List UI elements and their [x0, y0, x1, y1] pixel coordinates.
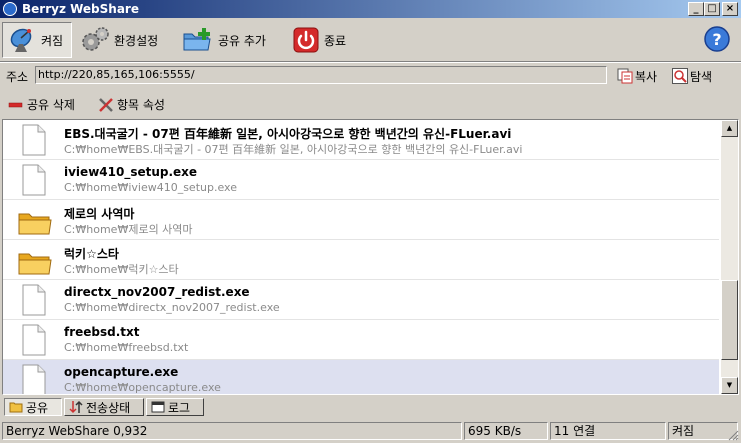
resize-grip-icon[interactable]: [727, 429, 739, 441]
list-item[interactable]: freebsd.txt C:₩home₩freebsd.txt: [3, 320, 719, 360]
tab-shares-label: 공유: [26, 400, 49, 415]
file-icon: [22, 164, 46, 196]
close-button[interactable]: ×: [722, 2, 738, 16]
properties-button[interactable]: 항목 속성: [98, 96, 165, 113]
main-toolbar: 켜짐 환경설정 공유 추가 종료 ?: [0, 18, 741, 62]
item-icon: [18, 246, 52, 281]
copy-icon: [617, 68, 633, 84]
transfer-arrows-icon: [69, 400, 83, 414]
folder-icon: [9, 402, 23, 413]
item-icon: [18, 206, 52, 241]
scroll-thumb[interactable]: [721, 280, 738, 360]
browse-label: 탐색: [690, 69, 713, 84]
file-icon: [22, 364, 46, 394]
list-item[interactable]: opencapture.exe C:₩home₩opencapture.exe: [3, 360, 719, 394]
folder-icon: [18, 213, 52, 235]
list-item[interactable]: 제로의 사역마 C:₩home₩제로의 사역마: [3, 200, 719, 240]
browse-button[interactable]: 탐색: [672, 67, 712, 85]
tab-transfers[interactable]: 전송상태: [64, 398, 144, 416]
power-on-label: 켜짐: [41, 33, 64, 48]
item-path: C:₩home₩제로의 사역마: [64, 223, 193, 236]
delete-share-label: 공유 삭제: [27, 98, 75, 112]
item-actions-bar: 공유 삭제 항목 속성: [0, 90, 741, 118]
add-folder-icon: [183, 28, 211, 51]
address-field[interactable]: http://220,85,165,106:5555/: [35, 66, 607, 84]
tab-log-label: 로그: [168, 400, 191, 415]
status-app-version: Berryz WebShare 0,932: [2, 422, 462, 440]
help-icon: ?: [704, 26, 730, 52]
gears-icon: [82, 27, 109, 51]
status-connections: 11 연결: [550, 422, 666, 440]
item-path: C:₩home₩directx_nov2007_redist.exe: [64, 301, 280, 314]
satellite-dish-icon: [10, 28, 32, 52]
item-path: C:₩home₩iview410_setup.exe: [64, 181, 237, 194]
list-item[interactable]: 럭키☆스타 C:₩home₩럭키☆스타: [3, 240, 719, 280]
item-name: directx_nov2007_redist.exe: [64, 285, 250, 299]
svg-text:?: ?: [712, 30, 721, 49]
item-path: C:₩home₩opencapture.exe: [64, 381, 221, 394]
window-title: Berryz WebShare: [22, 2, 139, 16]
address-label: 주소: [6, 70, 29, 84]
minimize-button[interactable]: _: [688, 2, 704, 16]
item-path: C:₩home₩freebsd.txt: [64, 341, 189, 354]
help-button[interactable]: ?: [703, 24, 731, 57]
file-icon: [22, 124, 46, 156]
exit-label: 종료: [324, 33, 347, 48]
power-icon: [293, 27, 319, 53]
item-path: C:₩home₩럭키☆스타: [64, 263, 179, 276]
shared-items-list[interactable]: EBS.대국굴기 - 07편 百年維新 일본, 아시아강국으로 향한 백년간의 …: [2, 119, 739, 395]
item-icon: [21, 164, 47, 199]
power-on-button[interactable]: 켜짐: [2, 22, 72, 58]
item-name: EBS.대국굴기 - 07편 百年維新 일본, 아시아강국으로 향한 백년간의 …: [64, 127, 512, 141]
item-icon: [21, 324, 47, 359]
copy-label: 복사: [635, 69, 658, 84]
file-icon: [22, 284, 46, 316]
title-bar: Berryz WebShare _ □ ×: [0, 0, 741, 18]
properties-label: 항목 속성: [117, 98, 165, 112]
item-name: opencapture.exe: [64, 365, 179, 379]
item-name: 럭키☆스타: [64, 247, 119, 261]
scroll-up-button[interactable]: ▲: [721, 120, 738, 137]
settings-label: 환경설정: [114, 33, 159, 48]
item-icon: [21, 284, 47, 319]
item-path: C:₩home₩EBS.대국굴기 - 07편 百年維新 일본, 아시아강국으로 …: [64, 143, 523, 156]
tools-icon: [99, 97, 113, 112]
settings-button[interactable]: 환경설정: [80, 22, 158, 58]
tab-transfers-label: 전송상태: [86, 400, 131, 415]
tab-log[interactable]: 로그: [146, 398, 204, 416]
tab-shares[interactable]: 공유: [4, 398, 62, 416]
magnifier-icon: [672, 68, 688, 84]
file-icon: [22, 324, 46, 356]
item-name: freebsd.txt: [64, 325, 140, 339]
minus-icon: [8, 102, 23, 107]
item-icon: [21, 364, 47, 394]
list-item[interactable]: directx_nov2007_redist.exe C:₩home₩direct…: [3, 280, 719, 320]
scroll-down-button[interactable]: ▼: [721, 377, 738, 394]
item-name: 제로의 사역마: [64, 207, 135, 221]
item-name: iview410_setup.exe: [64, 165, 198, 179]
app-icon: [3, 2, 17, 16]
add-share-label: 공유 추가: [218, 33, 266, 48]
maximize-button[interactable]: □: [704, 2, 720, 16]
bottom-tabs: 공유 전송상태 로그: [0, 397, 741, 418]
exit-button[interactable]: 종료: [292, 22, 346, 58]
list-item[interactable]: iview410_setup.exe C:₩home₩iview410_setup…: [3, 160, 719, 200]
copy-button[interactable]: 복사: [617, 67, 657, 85]
add-share-button[interactable]: 공유 추가: [182, 22, 266, 58]
vertical-scrollbar[interactable]: ▲ ▼: [721, 120, 738, 394]
list-item[interactable]: EBS.대국굴기 - 07편 百年維新 일본, 아시아강국으로 향한 백년간의 …: [3, 120, 719, 160]
folder-icon: [18, 253, 52, 275]
status-bar: Berryz WebShare 0,932 695 KB/s 11 연결 켜짐: [0, 419, 741, 443]
item-icon: [21, 124, 47, 159]
address-bar: 주소 http://220,85,165,106:5555/ 복사 탐색: [0, 62, 741, 88]
delete-share-button[interactable]: 공유 삭제: [8, 96, 75, 113]
status-speed: 695 KB/s: [464, 422, 548, 440]
log-window-icon: [151, 401, 165, 413]
